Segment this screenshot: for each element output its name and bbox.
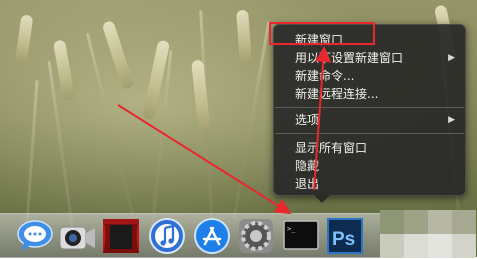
annotation-arrows bbox=[117, 46, 332, 215]
arrow-to-new-window-item bbox=[313, 46, 332, 191]
arrow-to-terminal-icon bbox=[117, 104, 292, 215]
